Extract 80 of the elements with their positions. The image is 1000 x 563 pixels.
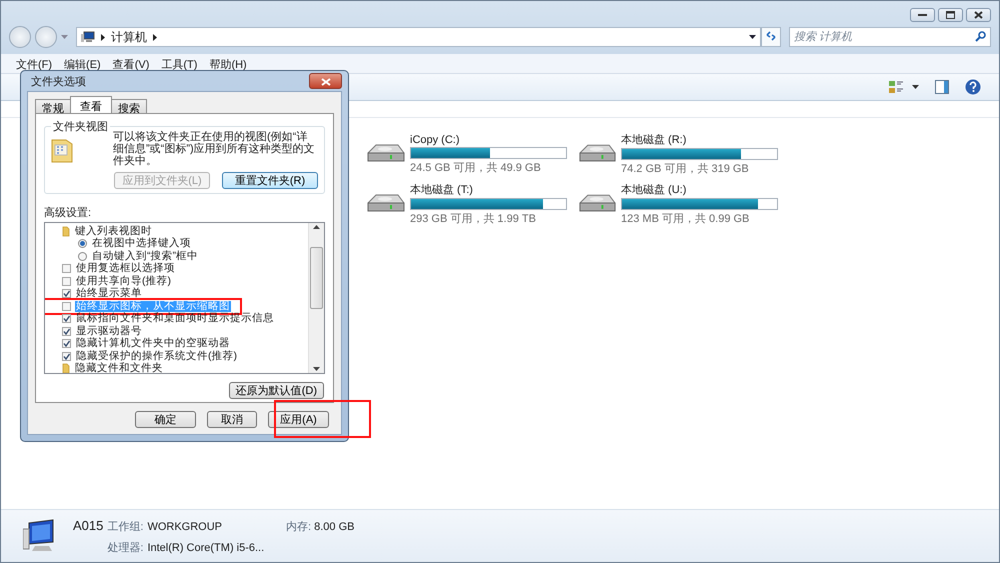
restore-defaults-button[interactable]: 还原为默认值(D) [228,382,324,399]
option-label[interactable]: 显示驱动器号 [75,326,143,337]
close-button[interactable] [966,8,991,22]
close-button[interactable] [309,73,342,89]
option-label[interactable]: 自动键入到“搜索”框中 [91,250,199,262]
maximize-icon [946,11,955,19]
group-label[interactable]: 键入列表视图时 [74,226,153,237]
search-icon[interactable] [975,31,986,42]
checkbox[interactable] [62,352,71,361]
help-icon[interactable] [965,79,981,95]
scroll-up-icon[interactable] [313,225,320,229]
menu-item[interactable]: 工具(T) [160,57,198,73]
search-field[interactable]: 搜索 计算机 [789,27,991,47]
drive-space: 74.2 GB 可用，共 319 GB [621,162,750,176]
scroll-down-icon[interactable] [313,367,320,371]
view-options-icon[interactable] [889,80,919,94]
refresh-button[interactable] [761,27,781,47]
refresh-icon [765,30,777,42]
group-label[interactable]: 隐藏文件和文件夹 [74,363,164,373]
field-value: 8.00 GB [314,520,354,532]
computer-icon [81,31,95,43]
field-value: WORKGROUP [147,520,222,532]
drive-name[interactable]: 本地磁盘 (R:) [621,132,778,147]
tab[interactable]: 常规 [35,99,71,113]
menu-item[interactable]: 查看(V) [112,57,150,73]
dialog-button[interactable]: 应用(A) [268,411,329,428]
option-label[interactable]: 鼠标指向文件夹和桌面项时显示提示信息 [75,313,275,324]
option-label[interactable]: 使用复选框以选择项 [75,263,176,274]
drive-space: 24.5 GB 可用，共 49.9 GB [410,160,542,174]
dialog-button[interactable]: 取消 [207,411,257,428]
checkbox[interactable] [62,276,71,286]
field-value: Intel(R) Core(TM) i5-6... [147,542,266,554]
drive-name[interactable]: iCopy (C:) [410,134,567,146]
option-label[interactable]: 使用共享向导(推荐) [75,276,172,287]
close-icon [974,11,983,19]
close-icon [320,78,330,86]
minimize-button[interactable] [910,8,935,22]
folder-button[interactable]: 重置文件夹(R) [222,172,318,189]
dropdown-icon[interactable] [749,35,756,39]
drive-name[interactable]: 本地磁盘 (U:) [621,182,778,197]
tab[interactable]: 查看 [70,96,112,113]
drive-space: 293 GB 可用，共 1.99 TB [410,212,537,226]
checkbox[interactable] [62,289,71,298]
minimize-icon [918,14,927,16]
drive-name[interactable]: 本地磁盘 (T:) [410,182,567,197]
computer-name: A015 [73,518,104,532]
dialog-title: 文件夹选项 [31,74,86,88]
chevron-icon [153,34,157,40]
checkbox[interactable] [62,314,71,324]
chevron-icon [101,34,105,40]
folder-view-icon [51,137,73,163]
radio-button[interactable] [78,252,87,261]
checkbox[interactable] [62,264,71,274]
radio-button[interactable] [78,239,87,248]
folder-icon [62,226,70,237]
folder-icon [62,363,70,373]
address-field[interactable]: 计算机 [76,27,761,47]
field-label: 工作组: [107,520,144,534]
field-label: 内存: [286,520,312,532]
menu-item[interactable]: 文件(F) [15,57,54,73]
section-label: 高级设置: [44,206,92,220]
option-label[interactable]: 隐藏计算机文件夹中的空驱动器 [75,338,231,350]
drive-space: 123 MB 可用，共 0.99 GB [621,212,750,226]
menu-item[interactable]: 帮助(H) [208,57,248,73]
scrollbar[interactable] [308,223,324,373]
field-label: 处理器: [107,540,144,554]
description-text: 可以将该文件夹正在使用的视图(例如“详细信息”或“图标”)应用到所有这种类型的文件夹中。 [113,131,316,167]
menu-item[interactable]: 编辑(E) [63,57,102,73]
preview-pane-icon[interactable] [935,80,949,94]
option-label[interactable]: 始终显示菜单 [75,288,143,300]
maximize-button[interactable] [938,8,963,22]
option-label[interactable]: 在视图中选择键入项 [91,238,192,250]
breadcrumb[interactable]: 计算机 [111,28,147,46]
checkbox[interactable] [62,302,71,311]
group-title: 文件夹视图 [51,119,110,134]
checkbox[interactable] [62,326,71,336]
checkbox[interactable] [62,339,71,348]
tab[interactable]: 搜索 [111,99,147,113]
dialog-button[interactable]: 确定 [135,411,196,428]
option-label[interactable]: 隐藏受保护的操作系统文件(推荐) [75,350,238,362]
